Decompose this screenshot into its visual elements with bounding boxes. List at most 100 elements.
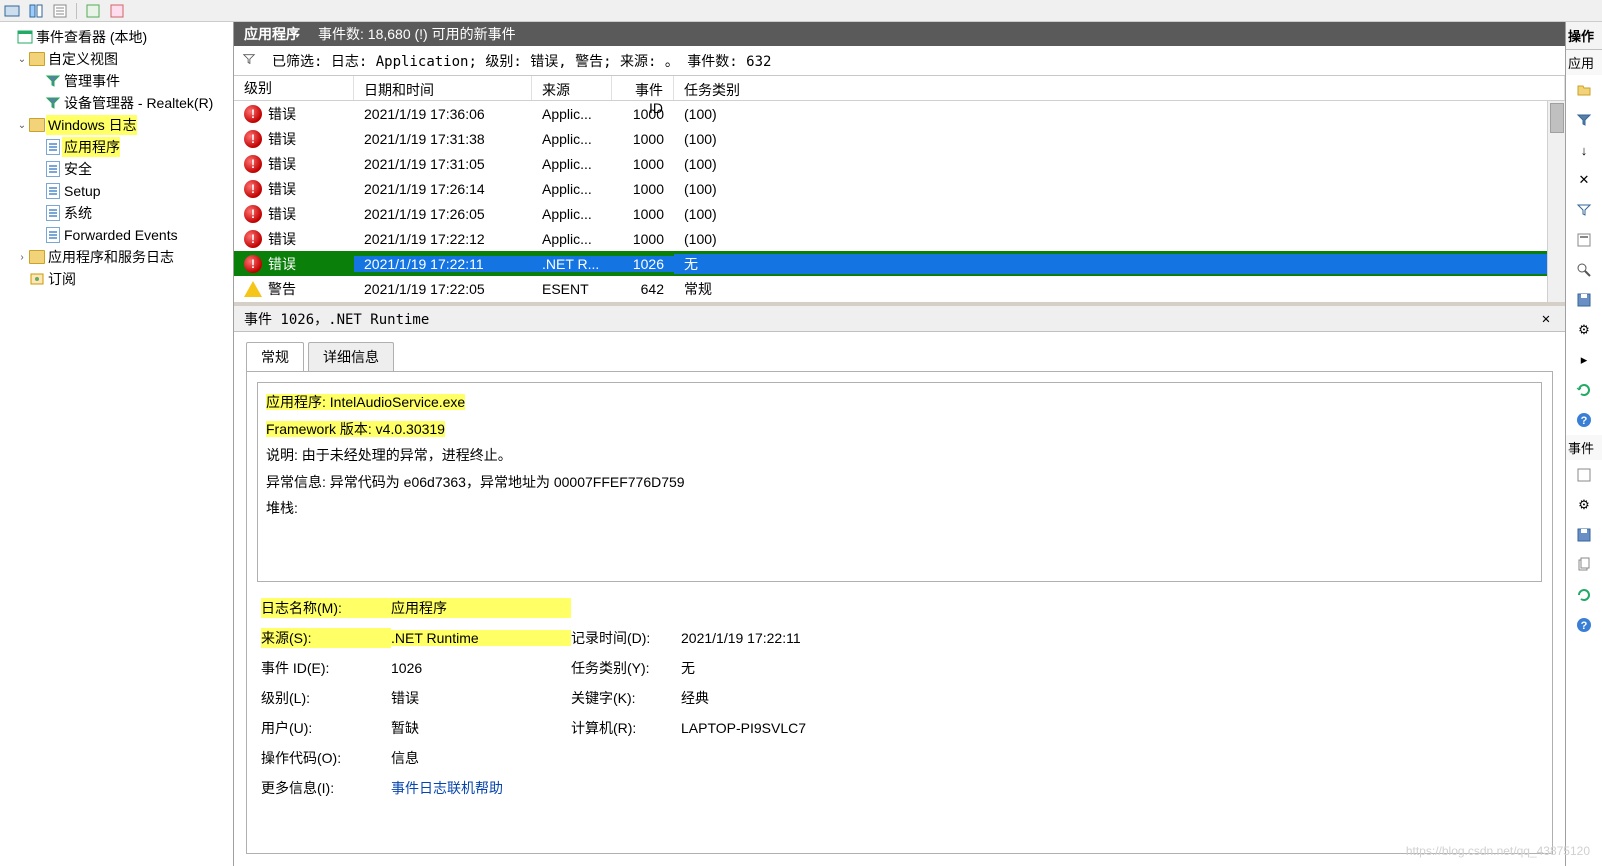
tree-windows-logs[interactable]: ⌄ Windows 日志 [0,114,233,136]
col-level[interactable]: 级别 [234,76,354,100]
col-source[interactable]: 来源 [532,76,612,100]
svg-text:?: ? [1581,620,1588,632]
window-toolbar [0,0,1602,22]
tab-general[interactable]: 常规 [246,342,304,371]
filter-log-val: Application; [376,54,477,70]
close-icon[interactable]: ✕ [1537,310,1555,328]
help-icon[interactable]: ? [1573,409,1595,431]
tree-device-mgr[interactable]: 设备管理器 - Realtek(R) [0,92,233,114]
table-row[interactable]: !错误2021/1/19 17:31:05Applic...1000(100) [234,151,1565,176]
tree-custom-views[interactable]: ⌄ 自定义视图 [0,48,233,70]
cell-cat: (100) [674,206,1565,222]
toolbar-icon[interactable] [85,3,101,19]
table-row[interactable]: !错误2021/1/19 17:22:11.NET R...1026无 [234,251,1565,276]
scrollbar[interactable] [1547,101,1565,302]
copy-icon[interactable] [1573,554,1595,576]
warning-icon [244,281,262,297]
detail-title: 事件 1026，.NET Runtime [244,309,429,329]
attach-task-icon[interactable]: ⚙ [1573,319,1595,341]
tree-forwarded-events[interactable]: Forwarded Events [0,224,233,246]
log-icon [44,139,62,155]
desc-line: 异常信息: 异常代码为 e06d7363，异常地址为 00007FFEF776D… [266,474,685,490]
prop-val: 2021/1/19 17:22:11 [681,630,1538,646]
save-selected-icon[interactable] [1573,524,1595,546]
filter-bar: 已筛选: 日志: Application; 级别: 错误, 警告; 来源: 。 … [234,46,1565,76]
prop-val: 应用程序 [391,598,571,618]
cell-source: Applic... [532,131,612,147]
properties-icon[interactable] [1573,229,1595,251]
tree-security-log[interactable]: 安全 [0,158,233,180]
prop-key: 日志名称(M): [261,598,391,618]
prop-val: 信息 [391,748,571,768]
import-view-icon[interactable]: ↓ [1573,139,1595,161]
refresh-icon[interactable] [1573,584,1595,606]
prop-key: 级别(L): [261,688,391,708]
description-box[interactable]: 应用程序: IntelAudioService.exe Framework 版本… [257,382,1542,582]
toolbar-icon[interactable] [28,3,44,19]
tree-admin-events[interactable]: 管理事件 [0,70,233,92]
tree-root[interactable]: 事件查看器 (本地) [0,26,233,48]
cell-id: 1000 [612,106,674,122]
filter-level-val: 错误, 警告; [530,54,611,70]
prop-key: 记录时间(D): [571,628,681,648]
open-saved-log-icon[interactable] [1573,79,1595,101]
cell-datetime: 2021/1/19 17:26:14 [354,181,532,197]
prop-val: 经典 [681,688,1538,708]
table-row[interactable]: 警告2021/1/19 17:22:05ESENT642常规 [234,276,1565,301]
table-row[interactable]: !错误2021/1/19 17:31:38Applic...1000(100) [234,126,1565,151]
table-row[interactable]: !错误2021/1/19 17:36:06Applic...1000(100) [234,101,1565,126]
cell-source: Applic... [532,106,612,122]
table-row[interactable]: !错误2021/1/19 17:26:14Applic...1000(100) [234,176,1565,201]
prop-val: 暂缺 [391,718,571,738]
tree-label: 订阅 [46,269,76,289]
detail-header: 事件 1026，.NET Runtime ✕ [234,306,1565,332]
tree-apps-services[interactable]: › 应用程序和服务日志 [0,246,233,268]
column-headers[interactable]: 级别 日期和时间 来源 事件 ID 任务类别 [234,76,1565,101]
filtered-label: 已筛选: [272,54,322,70]
refresh-icon[interactable] [1573,379,1595,401]
save-icon[interactable] [1573,289,1595,311]
col-datetime[interactable]: 日期和时间 [354,76,532,100]
desc-line: 堆栈: [266,500,298,516]
filter-source-key: 来源: [620,54,656,70]
prop-key: 关键字(K): [571,688,681,708]
tree-subscriptions[interactable]: 订阅 [0,268,233,290]
toolbar-icon[interactable] [4,3,20,19]
log-icon [44,161,62,177]
toolbar-icon[interactable] [109,3,125,19]
tree-setup-log[interactable]: Setup [0,180,233,202]
scrollbar-thumb[interactable] [1550,103,1564,133]
attach-task-event-icon[interactable]: ⚙ [1573,494,1595,516]
expand-toggle[interactable]: › [16,252,28,263]
filter-log-icon[interactable] [1573,199,1595,221]
find-icon[interactable] [1573,259,1595,281]
event-properties-icon[interactable] [1573,464,1595,486]
help-link[interactable]: 事件日志联机帮助 [391,778,571,798]
help-icon[interactable]: ? [1573,614,1595,636]
log-title: 应用程序 [244,24,300,44]
col-category[interactable]: 任务类别 [674,76,1565,100]
clear-log-icon[interactable]: ✕ [1573,169,1595,191]
tree-application-log[interactable]: 应用程序 [0,136,233,158]
cell-id: 1000 [612,131,674,147]
col-id[interactable]: 事件 ID [612,76,674,100]
tree-label: 应用程序和服务日志 [46,247,174,267]
table-row[interactable]: !错误2021/1/19 17:22:12Applic...1000(100) [234,226,1565,251]
prop-key: 事件 ID(E): [261,658,391,678]
table-row[interactable]: !错误2021/1/19 17:26:05Applic...1000(100) [234,201,1565,226]
navigation-tree[interactable]: 事件查看器 (本地) ⌄ 自定义视图 管理事件 设备管理器 - Realtek(… [0,22,234,866]
collapse-toggle[interactable]: ⌄ [16,54,28,65]
view-icon[interactable]: ▸ [1573,349,1595,371]
tab-details[interactable]: 详细信息 [308,342,394,371]
cell-datetime: 2021/1/19 17:22:11 [354,256,532,272]
log-header: 应用程序 事件数: 18,680 (!) 可用的新事件 [234,22,1565,46]
event-list[interactable]: 级别 日期和时间 来源 事件 ID 任务类别 !错误2021/1/19 17:3… [234,76,1565,302]
prop-val: 错误 [391,688,571,708]
create-view-icon[interactable] [1573,109,1595,131]
collapse-toggle[interactable]: ⌄ [16,120,28,131]
toolbar-icon[interactable] [52,3,68,19]
cell-source: Applic... [532,156,612,172]
prop-key: 任务类别(Y): [571,658,681,678]
tree-system-log[interactable]: 系统 [0,202,233,224]
cell-datetime: 2021/1/19 17:22:05 [354,281,532,297]
